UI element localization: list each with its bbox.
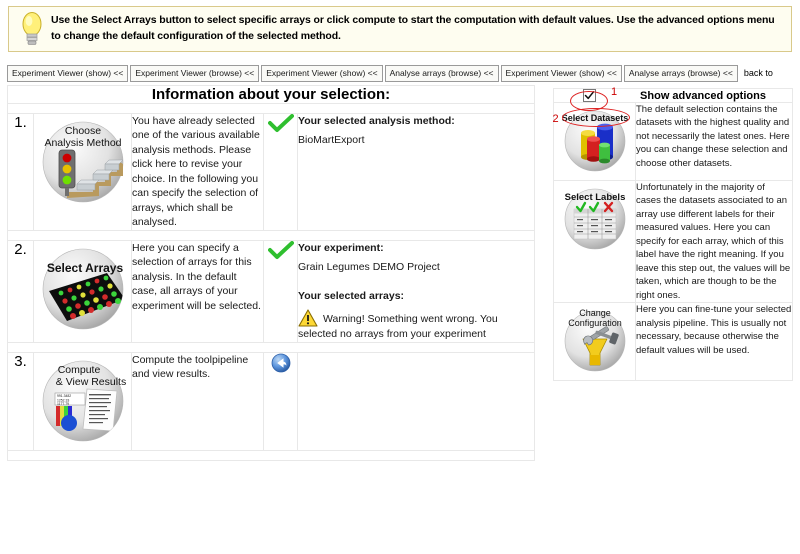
svg-text:Select Arrays: Select Arrays	[46, 261, 123, 275]
step-number: 2.	[7, 239, 34, 343]
sidebar-item-change-configuration[interactable]: Change Configuration	[553, 302, 636, 382]
table-row: 1. Choose Analysis Method You have alrea…	[7, 113, 535, 231]
hint-text: Use the Select Arrays button to select s…	[51, 14, 775, 42]
spacer-row	[7, 103, 535, 114]
sidebar-item-select-datasets[interactable]: Select Datasets 2	[552, 102, 636, 181]
svg-text:Choose: Choose	[64, 125, 100, 137]
compute-view-results-icon: Compute & View Results 991.34821252.3311…	[42, 360, 126, 442]
advanced-options-panel: 1 Show advanced options Select Datasets …	[552, 86, 793, 382]
hint-banner: Use the Select Arrays button to select s…	[8, 6, 792, 52]
sidebar-item-description: Here you can fine-tune your selected ana…	[635, 302, 793, 382]
svg-text:Change: Change	[579, 308, 611, 318]
info-heading: Your experiment:	[298, 241, 384, 254]
breadcrumb-item-6[interactable]: Analyse arrays (browse) <<	[623, 64, 738, 82]
step-description: Here you can specify a selection of arra…	[131, 239, 264, 343]
sidebar-item-description: Unfortunately in the majority of cases t…	[635, 179, 793, 304]
advanced-options-header-row: 1 Show advanced options	[553, 86, 793, 111]
choose-analysis-method-icon: Choose Analysis Method	[42, 121, 124, 203]
step-info-cell: Your selected analysis method: BioMartEx…	[297, 113, 535, 231]
step-icon-cell[interactable]: Select Arrays	[33, 239, 132, 343]
annotation-number-1: 1	[611, 86, 618, 98]
show-advanced-options-checkbox[interactable]	[582, 89, 596, 102]
select-datasets-icon: Select Datasets	[561, 110, 628, 172]
table-row: 3. Compute & View Results 991.3482 1252.…	[7, 351, 535, 451]
select-arrays-icon: Select Arrays	[42, 248, 123, 330]
info-heading: Your selected arrays:	[298, 290, 405, 303]
svg-text:Configuration: Configuration	[568, 318, 622, 328]
advanced-options-checkbox-zone[interactable]: 1	[554, 86, 624, 111]
annotation-number-2: 2	[552, 113, 559, 125]
table-row: Select Labels Unfortunately in the major…	[553, 179, 793, 304]
green-check-icon	[267, 114, 294, 132]
svg-text:Analysis Method: Analysis Method	[44, 137, 121, 149]
breadcrumb: Experiment Viewer (show) << Experiment V…	[7, 64, 793, 82]
spacer-cell	[7, 229, 535, 241]
app-page: Use the Select Arrays button to select s…	[0, 0, 800, 554]
warning-message: Warning! Something went wrong. You selec…	[298, 308, 534, 342]
step-number: 1.	[7, 113, 34, 231]
table-row: Change Configuration Here you can fine-t…	[553, 302, 793, 382]
info-value: Grain Legumes DEMO Project	[298, 261, 440, 274]
step-status-cell	[263, 239, 298, 343]
advanced-options-header: 1 Show advanced options	[553, 86, 793, 111]
green-check-icon	[267, 240, 294, 259]
step-status-cell[interactable]	[263, 351, 298, 451]
sidebar-item-description: The default selection contains the datas…	[635, 102, 793, 181]
svg-text:1177.79: 1177.79	[57, 402, 69, 406]
table-row: 2. Select Arrays Here you can specify a …	[7, 239, 535, 343]
lightbulb-icon	[15, 11, 49, 47]
step-icon-cell[interactable]: Compute & View Results 991.3482 1252.33 …	[33, 351, 132, 451]
info-value: BioMartExport	[298, 134, 365, 147]
select-labels-icon: Select Labels	[564, 188, 625, 250]
spacer-cell	[7, 449, 535, 461]
breadcrumb-item-4[interactable]: Analyse arrays (browse) <<	[384, 64, 499, 82]
show-advanced-options-label: Show advanced options	[640, 89, 766, 102]
step-info-cell	[297, 351, 535, 451]
step-description: You have already selected one of the var…	[131, 113, 264, 231]
page-title: Information about your selection:	[7, 85, 535, 104]
svg-text:Select Labels: Select Labels	[564, 192, 625, 203]
checkmark-icon	[584, 91, 594, 100]
spacer-cell	[7, 341, 535, 353]
warning-text: Warning! Something went wrong. You selec…	[298, 312, 498, 340]
table-row: Select Datasets 2 The default selection …	[552, 102, 793, 181]
info-heading: Your selected analysis method:	[298, 115, 455, 127]
selection-info-table: Information about your selection: 1. Cho…	[7, 85, 535, 461]
spacer-cell	[7, 103, 535, 114]
spacer-row	[7, 229, 535, 241]
breadcrumb-item-5[interactable]: Experiment Viewer (show) <<	[500, 64, 622, 82]
breadcrumb-item-3[interactable]: Experiment Viewer (show) <<	[261, 64, 383, 82]
svg-text:991.3482: 991.3482	[57, 394, 71, 398]
warning-triangle-icon	[298, 308, 318, 327]
breadcrumb-trailing-text: back to	[743, 68, 773, 78]
spacer-row	[7, 449, 535, 461]
breadcrumb-item-2[interactable]: Experiment Viewer (browse) <<	[130, 64, 260, 82]
step-number: 3.	[7, 351, 34, 451]
svg-text:Select Datasets: Select Datasets	[561, 113, 628, 123]
table-title-row: Information about your selection:	[7, 85, 535, 104]
svg-text:& View Results: & View Results	[55, 376, 125, 388]
breadcrumb-item-1[interactable]: Experiment Viewer (show) <<	[7, 64, 129, 82]
step-status-cell	[263, 113, 298, 231]
step-icon-cell[interactable]: Choose Analysis Method	[33, 113, 132, 231]
spacer-row	[7, 341, 535, 353]
step-info-cell: Your experiment: Grain Legumes DEMO Proj…	[297, 239, 535, 343]
change-configuration-icon: Change Configuration	[564, 308, 625, 372]
svg-text:Compute: Compute	[57, 364, 100, 376]
blue-arrow-left-icon	[271, 353, 290, 373]
step-description: Compute the toolpipeline and view result…	[131, 351, 264, 451]
sidebar-item-select-labels[interactable]: Select Labels	[553, 179, 636, 304]
